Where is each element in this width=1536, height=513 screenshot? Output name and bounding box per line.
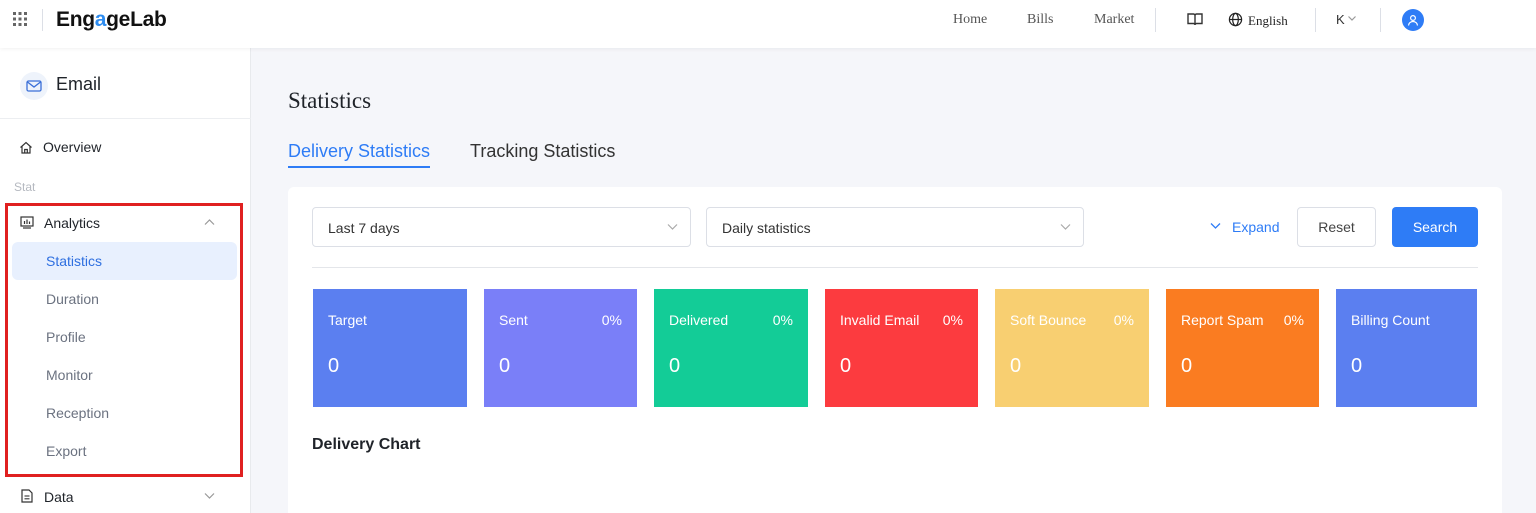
- stat-card-billing-count: Billing Count 0: [1336, 289, 1477, 407]
- stat-value: 0: [669, 355, 681, 377]
- divider: [0, 118, 251, 119]
- nav-home-link[interactable]: Home: [953, 12, 987, 28]
- user-avatar[interactable]: [1402, 9, 1424, 31]
- granularity-value: Daily statistics: [722, 220, 811, 236]
- date-range-select[interactable]: Last 7 days: [312, 207, 691, 247]
- stat-card-sent: Sent 0% 0: [484, 289, 637, 407]
- stat-label: Billing Count: [1351, 312, 1430, 328]
- sidebar-subitem-monitor[interactable]: Monitor: [46, 367, 93, 383]
- reset-button[interactable]: Reset: [1297, 207, 1376, 247]
- stat-card-delivered: Delivered 0% 0: [654, 289, 808, 407]
- chevron-down-icon: [1060, 224, 1071, 230]
- docs-book-icon[interactable]: [1187, 12, 1203, 27]
- stat-value: 0: [840, 355, 852, 377]
- tab-delivery-statistics[interactable]: Delivery Statistics: [288, 141, 430, 162]
- mail-icon: [26, 80, 42, 92]
- stat-label: Invalid Email: [840, 312, 920, 328]
- sidebar-item-data[interactable]: Data: [44, 489, 74, 505]
- stat-value: 0: [328, 355, 340, 377]
- stat-value: 0: [499, 355, 511, 377]
- chevron-down-icon[interactable]: [1347, 13, 1357, 23]
- sidebar: Email Overview Stat Analytics Statistics…: [0, 48, 251, 513]
- page-title: Statistics: [288, 88, 372, 113]
- nav-market-link[interactable]: Market: [1094, 12, 1134, 28]
- stat-card-target: Target 0: [313, 289, 467, 407]
- stat-label: Target: [328, 312, 367, 328]
- stat-percent: 0%: [942, 312, 963, 328]
- stat-card-soft-bounce: Soft Bounce 0% 0: [995, 289, 1149, 407]
- stat-percent: 0%: [1113, 312, 1134, 328]
- tab-tracking-statistics[interactable]: Tracking Statistics: [470, 141, 615, 162]
- chevron-down-icon[interactable]: [1210, 222, 1221, 230]
- stat-label: Soft Bounce: [1010, 312, 1087, 328]
- divider: [1380, 8, 1381, 32]
- expand-filters-link[interactable]: Expand: [1232, 219, 1279, 235]
- delivery-chart-title: Delivery Chart: [312, 436, 421, 453]
- user-icon: [1407, 14, 1419, 26]
- date-range-value: Last 7 days: [328, 220, 400, 236]
- top-bar: EngageLab Home Bills Market English K: [0, 0, 1536, 48]
- search-button[interactable]: Search: [1392, 207, 1478, 247]
- divider: [312, 267, 1478, 268]
- stat-label: Report Spam: [1181, 312, 1264, 328]
- apps-grid-icon[interactable]: [12, 11, 28, 27]
- product-title: Email: [56, 74, 102, 94]
- chevron-down-icon[interactable]: [204, 492, 215, 500]
- sidebar-subitem-reception[interactable]: Reception: [46, 405, 109, 421]
- language-selector[interactable]: English: [1248, 13, 1288, 29]
- chevron-down-icon: [667, 224, 678, 230]
- divider: [42, 9, 43, 31]
- section-label-stat: Stat: [14, 180, 36, 194]
- nav-bills-link[interactable]: Bills: [1027, 12, 1053, 28]
- home-icon: [20, 141, 32, 154]
- granularity-select[interactable]: Daily statistics: [706, 207, 1084, 247]
- stat-label: Sent: [499, 312, 528, 328]
- globe-icon[interactable]: [1228, 12, 1243, 27]
- stat-percent: 0%: [601, 312, 622, 328]
- divider: [1155, 8, 1156, 32]
- engagelab-logo[interactable]: EngageLab: [56, 8, 167, 32]
- stat-label: Delivered: [669, 312, 729, 328]
- stat-value: 0: [1010, 355, 1022, 377]
- analytics-chart-icon: [20, 216, 34, 229]
- sidebar-item-analytics[interactable]: Analytics: [44, 215, 100, 231]
- document-icon: [21, 489, 33, 503]
- stat-value: 0: [1181, 355, 1193, 377]
- sidebar-subitem-profile[interactable]: Profile: [46, 329, 86, 345]
- sidebar-subitem-duration[interactable]: Duration: [46, 291, 99, 307]
- stat-value: 0: [1351, 355, 1363, 377]
- product-badge: [20, 72, 48, 100]
- statistics-panel: Last 7 days Daily statistics Expand Rese…: [288, 187, 1502, 513]
- stat-card-invalid-email: Invalid Email 0% 0: [825, 289, 978, 407]
- sidebar-subitem-export[interactable]: Export: [46, 443, 86, 459]
- sidebar-subitem-statistics[interactable]: Statistics: [46, 253, 102, 269]
- user-initial[interactable]: K: [1336, 12, 1345, 27]
- stat-percent: 0%: [772, 312, 793, 328]
- chevron-up-icon[interactable]: [204, 218, 215, 226]
- sidebar-item-overview[interactable]: Overview: [43, 139, 101, 155]
- stat-percent: 0%: [1283, 312, 1304, 328]
- divider: [1315, 8, 1316, 32]
- active-tab-indicator: [288, 166, 430, 168]
- stat-card-report-spam: Report Spam 0% 0: [1166, 289, 1319, 407]
